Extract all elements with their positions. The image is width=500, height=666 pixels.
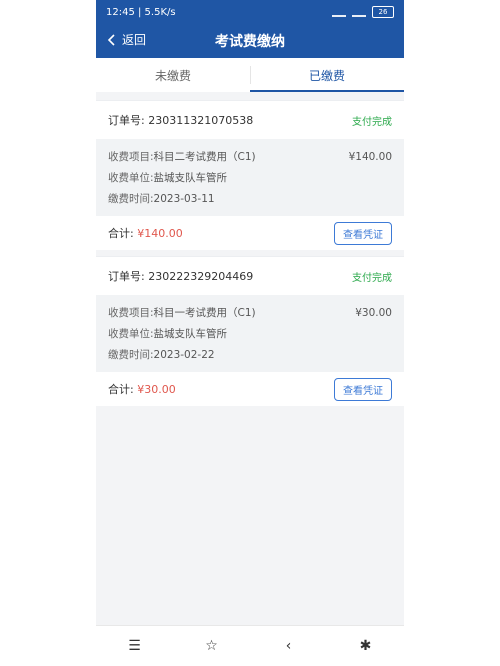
fee-item-label: 收费项目: [108,151,154,163]
fee-amount: ¥30.00 [355,307,392,319]
tab-unpaid[interactable]: 未缴费 [96,58,250,92]
order-number-value: 230222329204469 [148,270,254,283]
fee-unit-label: 收费单位: [108,172,154,184]
order-header: 订单号: 230311321070538 支付完成 [96,101,404,139]
total-amount: ¥140.00 [137,227,183,240]
fee-item-row: 收费项目:科目二考试费用（C1) ¥140.00 [108,147,392,168]
pay-time-row: 缴费时间:2023-02-22 [108,345,392,366]
menu-icon[interactable]: ☰ [125,636,145,656]
order-list: 订单号: 230311321070538 支付完成 收费项目:科目二考试费用（C… [96,100,404,412]
order-card: 订单号: 230222329204469 支付完成 收费项目:科目一考试费用（C… [96,256,404,406]
fee-amount: ¥140.00 [348,151,392,163]
pay-time-label: 缴费时间: [108,349,154,361]
order-footer: 合计: ¥30.00 查看凭证 [96,372,404,406]
total-label: 合计: [108,383,134,396]
signal-icon [332,7,346,17]
pay-time-label: 缴费时间: [108,193,154,205]
tab-paid[interactable]: 已缴费 [250,58,404,92]
pay-time-value: 2023-03-11 [153,193,215,205]
fee-item-value: 科目二考试费用（C1) [153,151,256,163]
system-nav-bar: ☰ ☆ ‹ ✱ [96,625,404,666]
pay-time-row: 缴费时间:2023-03-11 [108,189,392,210]
order-footer: 合计: ¥140.00 查看凭证 [96,216,404,250]
order-total: 合计: ¥140.00 [108,225,183,241]
payment-status: 支付完成 [352,272,392,284]
fee-unit-row: 收费单位:盐城支队车管所 [108,324,392,345]
home-icon[interactable]: ☆ [202,636,222,656]
order-number: 订单号: 230311321070538 [108,112,253,128]
order-number-label: 订单号: [108,270,145,283]
fee-item-row: 收费项目:科目一考试费用（C1) ¥30.00 [108,303,392,324]
back-icon[interactable]: ‹ [279,636,299,656]
phone-screen: 12:45 | 5.5K/s 26 返回 考试费缴纳 未缴费 已缴费 订单号: … [96,0,404,666]
fee-unit-value: 盐城支队车管所 [153,172,228,184]
view-voucher-button[interactable]: 查看凭证 [334,221,392,245]
total-amount: ¥30.00 [137,383,176,396]
order-number: 订单号: 230222329204469 [108,268,253,284]
fee-unit-row: 收费单位:盐城支队车管所 [108,168,392,189]
fee-unit-value: 盐城支队车管所 [153,328,228,340]
order-number-label: 订单号: [108,114,145,127]
fee-item-value: 科目一考试费用（C1) [153,307,256,319]
wifi-icon [352,7,366,17]
view-voucher-button[interactable]: 查看凭证 [334,377,392,401]
status-bar: 12:45 | 5.5K/s 26 [96,0,404,24]
order-card: 订单号: 230311321070538 支付完成 收费项目:科目二考试费用（C… [96,100,404,250]
fee-unit-label: 收费单位: [108,328,154,340]
pay-time-value: 2023-02-22 [153,349,215,361]
fee-item-label: 收费项目: [108,307,154,319]
battery-icon: 26 [372,6,394,18]
payment-status: 支付完成 [352,116,392,128]
status-time: 12:45 | 5.5K/s [106,6,176,18]
total-label: 合计: [108,227,134,240]
order-details: 收费项目:科目一考试费用（C1) ¥30.00 收费单位:盐城支队车管所 缴费时… [96,295,404,372]
chevron-left-icon [107,33,115,46]
back-button[interactable]: 返回 [104,31,146,48]
order-details: 收费项目:科目二考试费用（C1) ¥140.00 收费单位:盐城支队车管所 缴费… [96,139,404,216]
status-icons: 26 [332,6,394,18]
order-header: 订单号: 230222329204469 支付完成 [96,257,404,295]
top-navbar: 返回 考试费缴纳 [96,24,404,58]
tab-divider [250,66,251,84]
back-label: 返回 [122,33,147,47]
order-number-value: 230311321070538 [148,114,254,127]
accessibility-icon[interactable]: ✱ [356,636,376,656]
order-total: 合计: ¥30.00 [108,381,176,397]
